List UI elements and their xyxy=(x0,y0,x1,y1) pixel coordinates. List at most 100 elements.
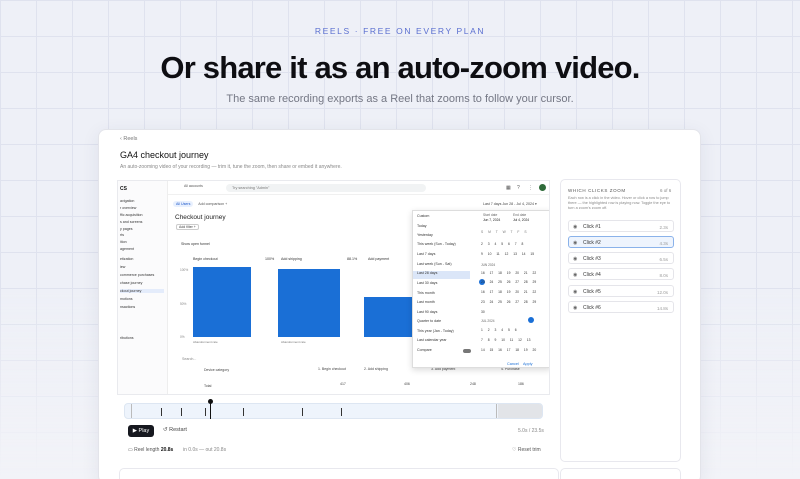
sidebar-item[interactable]: motions xyxy=(120,297,133,301)
date-option[interactable]: This year (Jan - Today) xyxy=(417,329,454,333)
add-filter-button[interactable]: Add filter + xyxy=(176,224,199,230)
sidebar-item[interactable]: etization xyxy=(120,257,133,261)
apply-button[interactable]: Apply xyxy=(523,362,533,366)
ga-search-input[interactable]: Try searching "Admin" xyxy=(226,184,426,192)
add-comparison-button[interactable]: Add comparison + xyxy=(198,202,227,206)
panel-count: 6 of 6 xyxy=(660,188,672,193)
eye-icon[interactable]: ◉ xyxy=(573,272,577,278)
property-selector[interactable]: All accounts xyxy=(184,184,203,188)
date-option[interactable]: This month xyxy=(417,291,435,295)
date-range-selector[interactable]: Last 7 days Jun 28 - Jul 4, 2024 ▾ xyxy=(483,202,537,206)
date-option[interactable]: Last 7 days xyxy=(417,252,435,256)
eye-icon[interactable]: ◉ xyxy=(573,224,577,230)
calendar-week[interactable]: 14 15 16 17 18 19 20 xyxy=(481,348,536,352)
click-marker[interactable] xyxy=(205,408,206,416)
sidebar-item[interactable]: iew xyxy=(120,265,125,269)
ga-sidebar: CS avigation r overview ffic acquisition… xyxy=(118,181,168,394)
sidebar-item-checkout-journey[interactable]: ckout journey xyxy=(120,289,164,293)
date-option[interactable]: Today xyxy=(417,224,427,228)
click-row[interactable]: ◉ Click #6 14.8s xyxy=(568,301,674,313)
end-date-label: End date xyxy=(513,213,527,217)
more-icon[interactable]: ⋮ xyxy=(528,185,533,191)
calendar-week[interactable]: 9 10 11 12 13 14 15 xyxy=(481,252,534,256)
comparison-bar: All Users Add comparison + xyxy=(173,201,227,207)
abandon-label: Abandonment rate xyxy=(193,340,218,344)
click-marker[interactable] xyxy=(181,408,182,416)
end-day-marker[interactable] xyxy=(528,317,534,323)
funnel-bar[interactable] xyxy=(193,267,251,337)
end-date-field[interactable]: Jul 4, 2024 xyxy=(513,218,529,222)
cancel-button[interactable]: Cancel xyxy=(507,362,519,366)
date-option[interactable]: Quarter to date xyxy=(417,319,441,323)
sidebar-item[interactable]: r overview xyxy=(120,206,136,210)
trim-selection[interactable] xyxy=(131,404,497,418)
start-date-label: Start date xyxy=(483,213,498,217)
funnel-bar[interactable] xyxy=(364,297,412,337)
sidebar-item[interactable]: ributions xyxy=(120,336,134,340)
table-row[interactable]: Device category xyxy=(204,368,229,372)
click-row[interactable]: ◉ Click #1 2.3s xyxy=(568,220,674,232)
reset-trim-button[interactable]: ♡ Reset trim xyxy=(512,447,541,453)
sidebar-item[interactable]: avigation xyxy=(120,199,134,203)
timeline-scrubber[interactable] xyxy=(124,403,543,419)
click-time: 8.0s xyxy=(659,272,668,278)
sidebar-item[interactable]: rts xyxy=(120,233,124,237)
apps-icon[interactable]: ▦ xyxy=(506,185,511,191)
date-option-selected[interactable]: Last 28 days xyxy=(413,271,470,279)
sidebar-item[interactable]: agement xyxy=(120,247,134,251)
compare-toggle-label[interactable]: Compare xyxy=(417,348,432,352)
date-option[interactable]: This week (Sun - Today) xyxy=(417,242,456,246)
date-option[interactable]: Yesterday xyxy=(417,233,433,237)
date-option[interactable]: Custom xyxy=(417,214,429,218)
sidebar-item[interactable]: y pages xyxy=(120,227,133,231)
avatar[interactable] xyxy=(539,184,546,191)
eye-icon[interactable]: ◉ xyxy=(573,289,577,295)
sidebar-item[interactable]: ffic acquisition xyxy=(120,213,143,217)
date-option[interactable]: Last week (Sun - Sat) xyxy=(417,262,452,266)
click-row[interactable]: ◉ Click #3 6.5s xyxy=(568,252,674,264)
help-icon[interactable]: ? xyxy=(517,185,520,191)
restart-button[interactable]: ↺ Restart xyxy=(163,427,187,433)
table-search[interactable]: Search... xyxy=(182,357,196,361)
date-option[interactable]: Last month xyxy=(417,300,435,304)
sidebar-item[interactable]: ition xyxy=(120,240,127,244)
click-name: Click #1 xyxy=(583,224,601,230)
start-date-field[interactable]: Jun 7, 2024 xyxy=(483,218,500,222)
click-marker[interactable] xyxy=(243,408,244,416)
click-marker[interactable] xyxy=(341,408,342,416)
calendar-week[interactable]: 7 8 9 10 11 12 13 xyxy=(481,338,530,342)
play-button[interactable]: ▶ Play xyxy=(128,425,154,437)
calendar-week[interactable]: 16 17 18 19 20 21 22 xyxy=(481,290,536,294)
calendar-week[interactable]: 1 2 3 4 5 6 xyxy=(481,328,517,332)
compare-toggle[interactable] xyxy=(463,349,471,353)
click-marker[interactable] xyxy=(302,408,303,416)
all-users-chip[interactable]: All Users xyxy=(173,201,194,207)
calendar-week[interactable]: 30 xyxy=(481,310,485,314)
date-option[interactable]: Last calendar year xyxy=(417,338,447,342)
date-option[interactable]: Last 30 days xyxy=(417,281,437,285)
open-funnel-toggle[interactable]: Show open funnel xyxy=(181,242,210,246)
eye-icon[interactable]: ◉ xyxy=(573,305,577,311)
funnel-bar[interactable] xyxy=(278,269,340,337)
sidebar-item[interactable]: commerce purchases xyxy=(120,273,154,277)
eye-icon[interactable]: ◉ xyxy=(573,256,577,262)
sidebar-item[interactable]: chase journey xyxy=(120,281,142,285)
calendar-week[interactable]: 23 24 25 26 27 28 29 xyxy=(481,300,536,304)
click-marker[interactable] xyxy=(161,408,162,416)
calendar-week[interactable]: 2 3 4 5 6 7 8 xyxy=(481,242,523,246)
playhead-handle[interactable] xyxy=(207,399,213,404)
step-pct: 88.1% xyxy=(347,257,358,261)
subhead: The same recording exports as a Reel tha… xyxy=(226,93,574,105)
sidebar-item[interactable]: nsactions xyxy=(120,305,135,309)
sidebar-item[interactable]: s and screens xyxy=(120,220,142,224)
click-row[interactable]: ◉ Click #5 12.0s xyxy=(568,285,674,297)
click-row-selected[interactable]: ◉ Click #2 4.3s xyxy=(568,236,674,248)
calendar-week[interactable]: 23 24 25 26 27 28 29 xyxy=(481,280,536,284)
calendar-week[interactable]: 16 17 18 19 20 21 22 xyxy=(481,271,536,275)
reel-length-value: 20.8s xyxy=(160,447,174,453)
back-link[interactable]: ‹ Reels xyxy=(120,136,137,142)
click-row[interactable]: ◉ Click #4 8.0s xyxy=(568,268,674,280)
eye-icon[interactable]: ◉ xyxy=(573,240,577,246)
next-section-side-card xyxy=(560,468,681,479)
date-option[interactable]: Last 90 days xyxy=(417,310,437,314)
